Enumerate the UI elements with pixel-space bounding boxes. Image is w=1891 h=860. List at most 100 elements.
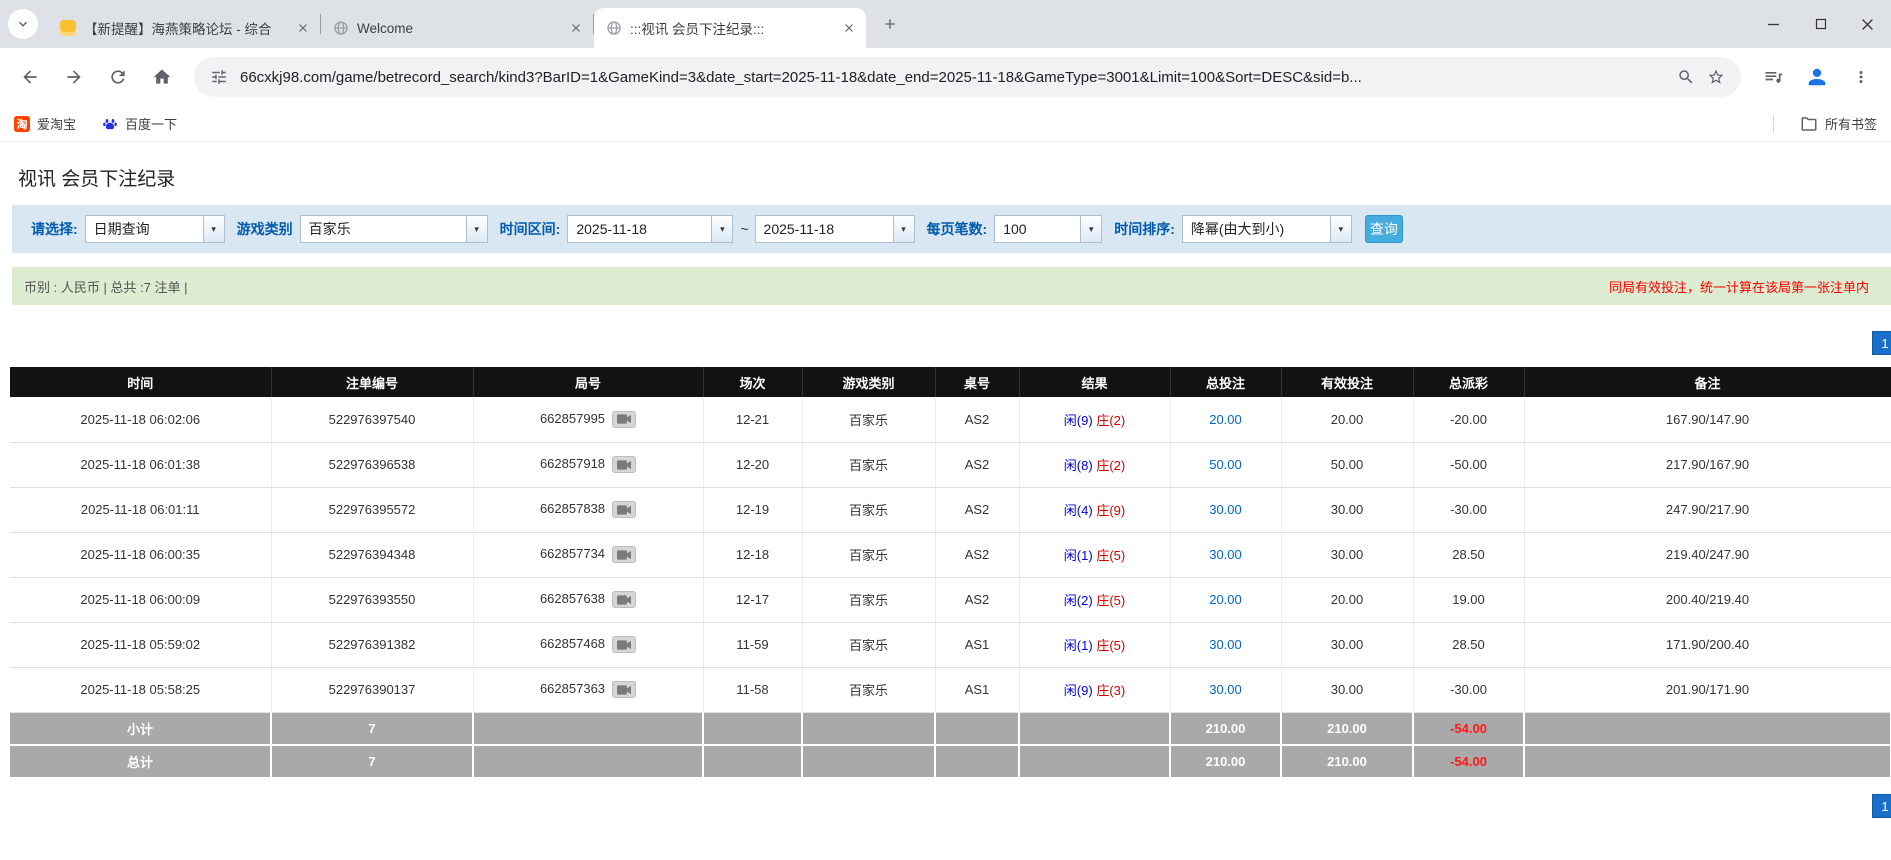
- bookmark-baidu[interactable]: 百度一下: [102, 114, 177, 133]
- search-button[interactable]: 查询: [1364, 215, 1403, 243]
- video-replay-icon[interactable]: [612, 456, 637, 474]
- tab-search-button[interactable]: [8, 9, 38, 39]
- empty-cell: [802, 745, 936, 779]
- valid-bet-cell: 20.00: [1281, 397, 1414, 443]
- bet-record-row: 2025-11-18 05:59:02 522976391382 662857468…: [10, 622, 1891, 668]
- chevron-down-icon[interactable]: ▾: [711, 216, 733, 242]
- forward-button[interactable]: [54, 57, 94, 97]
- bet-id-cell: 522976393550: [271, 577, 474, 623]
- media-controls-icon[interactable]: [1753, 57, 1793, 97]
- video-replay-icon[interactable]: [612, 546, 637, 564]
- player-result: 闲(4): [1063, 503, 1093, 518]
- total-bet-link[interactable]: 20.00: [1209, 412, 1242, 427]
- game-type-label: 游戏类别: [236, 221, 293, 237]
- payout-cell: 19.00: [1413, 577, 1525, 623]
- back-button[interactable]: [10, 57, 50, 97]
- total-bet-cell[interactable]: 30.00: [1170, 622, 1282, 668]
- query-type-value: 日期查询: [93, 221, 150, 237]
- game-type-select[interactable]: 百家乐 ▾: [299, 215, 488, 243]
- home-button[interactable]: [142, 57, 182, 97]
- total-bet-cell[interactable]: 50.00: [1170, 442, 1282, 488]
- page-1-button[interactable]: 1: [1872, 331, 1891, 355]
- subtotal-count-cell: 7: [271, 712, 474, 746]
- menu-icon[interactable]: [1841, 57, 1881, 97]
- page-1-button-bottom[interactable]: 1: [1872, 794, 1891, 818]
- tab-close-icon[interactable]: [840, 19, 858, 37]
- total-bet-cell[interactable]: 30.00: [1170, 667, 1282, 713]
- column-header: 桌号: [935, 367, 1020, 397]
- column-header: 结果: [1019, 367, 1171, 397]
- time-cell: 2025-11-18 06:00:35: [10, 532, 272, 578]
- bet-table-body: 2025-11-18 06:02:06 522976397540 662857995…: [10, 397, 1891, 713]
- empty-cell: [1019, 712, 1171, 746]
- column-header: 总派彩: [1413, 367, 1525, 397]
- subtotal-valid-bet-cell: 210.00: [1281, 712, 1414, 746]
- game-type-cell: 百家乐: [802, 577, 936, 623]
- video-replay-icon[interactable]: [612, 410, 637, 428]
- tab-close-icon[interactable]: [294, 19, 312, 37]
- video-replay-icon[interactable]: [612, 636, 637, 654]
- column-header: 备注: [1524, 367, 1891, 397]
- total-bet-cell[interactable]: 20.00: [1170, 577, 1282, 623]
- total-bet-link[interactable]: 30.00: [1209, 682, 1242, 697]
- time-cell: 2025-11-18 06:01:11: [10, 487, 272, 533]
- video-replay-icon[interactable]: [612, 501, 637, 519]
- sort-select[interactable]: 降幂(由大到小) ▾: [1181, 215, 1352, 243]
- date-end-select[interactable]: 2025-11-18 ▾: [754, 215, 915, 243]
- bet-record-row: 2025-11-18 06:01:11 522976395572 662857838…: [10, 487, 1891, 533]
- player-result: 闲(8): [1063, 458, 1093, 473]
- chevron-down-icon[interactable]: ▾: [1080, 216, 1102, 242]
- round-cell: 662857918: [473, 442, 704, 488]
- subtotal-payout-cell: -54.00: [1413, 712, 1525, 746]
- chevron-down-icon[interactable]: ▾: [1329, 216, 1351, 242]
- video-replay-icon[interactable]: [612, 591, 637, 609]
- total-bet-link[interactable]: 20.00: [1209, 592, 1242, 607]
- bookmark-aitaobao[interactable]: 淘 爱淘宝: [14, 114, 76, 133]
- tab-close-icon[interactable]: [567, 19, 585, 37]
- chevron-down-icon[interactable]: ▾: [465, 216, 487, 242]
- table-no-cell: AS2: [935, 487, 1020, 533]
- chevron-down-icon[interactable]: ▾: [202, 216, 224, 242]
- valid-bet-cell: 30.00: [1281, 622, 1414, 668]
- tab-welcome[interactable]: Welcome: [321, 8, 593, 48]
- tab-bet-records[interactable]: :::视讯 会员下注纪录:::: [594, 8, 866, 48]
- globe-favicon-icon: [333, 20, 349, 36]
- page-size-select[interactable]: 100 ▾: [994, 215, 1103, 243]
- reload-button[interactable]: [98, 57, 138, 97]
- bet-id-cell: 522976395572: [271, 487, 474, 533]
- chevron-down-icon[interactable]: ▾: [892, 216, 914, 242]
- total-bet-link[interactable]: 30.00: [1209, 547, 1242, 562]
- total-bet-cell[interactable]: 30.00: [1170, 532, 1282, 578]
- zoom-icon[interactable]: [1677, 68, 1695, 86]
- total-bet-link[interactable]: 50.00: [1209, 457, 1242, 472]
- tab-forum[interactable]: 【新提醒】海燕策略论坛 - 综合: [48, 8, 320, 48]
- empty-cell: [1019, 745, 1171, 779]
- total-bet-cell[interactable]: 20.00: [1170, 397, 1282, 443]
- query-type-select[interactable]: 日期查询 ▾: [84, 215, 225, 243]
- all-bookmarks-button[interactable]: 所有书签: [1800, 114, 1877, 133]
- all-bookmarks-label: 所有书签: [1824, 117, 1877, 132]
- currency-total-text: 币别 : 人民币 | 总共 :7 注单 |: [24, 279, 188, 295]
- column-header: 游戏类别: [802, 367, 936, 397]
- site-settings-icon[interactable]: [210, 68, 228, 86]
- close-window-button[interactable]: [1844, 4, 1891, 44]
- address-bar[interactable]: 66cxkj98.com/game/betrecord_search/kind3…: [194, 57, 1741, 97]
- date-start-select[interactable]: 2025-11-18 ▾: [567, 215, 734, 243]
- profile-icon[interactable]: [1797, 57, 1837, 97]
- new-tab-button[interactable]: [876, 10, 904, 38]
- note-cell: 247.90/217.90: [1524, 487, 1891, 533]
- subtotal-total-bet-cell: 210.00: [1170, 712, 1282, 746]
- total-bet-link[interactable]: 30.00: [1209, 637, 1242, 652]
- bookmark-star-icon[interactable]: [1707, 68, 1725, 86]
- bet-id-cell: 522976394348: [271, 532, 474, 578]
- maximize-button[interactable]: [1797, 4, 1844, 44]
- total-bet-cell[interactable]: 30.00: [1170, 487, 1282, 533]
- url-text[interactable]: 66cxkj98.com/game/betrecord_search/kind3…: [240, 69, 1665, 86]
- time-cell: 2025-11-18 06:02:06: [10, 397, 272, 443]
- video-replay-icon[interactable]: [612, 681, 637, 699]
- empty-cell: [703, 745, 803, 779]
- session-cell: 12-18: [703, 532, 803, 578]
- total-bet-link[interactable]: 30.00: [1209, 502, 1242, 517]
- minimize-button[interactable]: [1750, 4, 1797, 44]
- time-cell: 2025-11-18 06:01:38: [10, 442, 272, 488]
